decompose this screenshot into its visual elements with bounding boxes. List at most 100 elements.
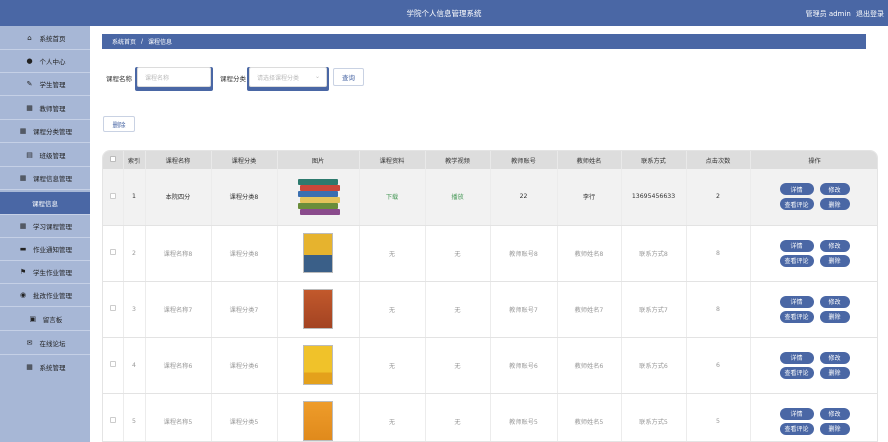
cell-teacher-name: 李行 [557, 169, 622, 226]
sidebar-divider [0, 306, 90, 307]
course-name-input[interactable]: 课程名称 [137, 67, 211, 87]
breadcrumb-current: 课程信息 [148, 39, 173, 46]
sidebar-item-8[interactable]: ▦ 学习课程管理 [0, 215, 90, 237]
sidebar-item-5[interactable]: ▤ 班级管理 [0, 144, 90, 166]
sidebar-item-6[interactable]: ▦ 课程信息管理 [0, 167, 90, 189]
detail-button[interactable]: 详情 [779, 407, 814, 420]
table-row[interactable]: 2 课程名称8 课程分类8 无无教师账号8 教师姓名8 联系方式8 8 详情 修改 查看评论 删除 [103, 225, 877, 282]
sidebar-item-14[interactable]: ▦ 系统管理 [0, 356, 90, 378]
course-image [303, 233, 333, 273]
sidebar-item-7[interactable]: 课程信息 [0, 192, 90, 214]
row-checkbox[interactable] [109, 305, 116, 311]
logout-link[interactable]: 退出登录 [856, 10, 884, 18]
table-row[interactable]: 5 课程名称5 课程分类5 无无教师账号5 教师姓名5 联系方式5 5 详情 修改 查看评论 删除 [103, 393, 877, 441]
view-comments-button[interactable]: 查看评论 [779, 422, 814, 435]
sidebar-item-label: 课程分类管理 [33, 128, 72, 136]
sidebar-item-10[interactable]: ⚑ 学生作业管理 [0, 261, 90, 283]
row-delete-button[interactable]: 删除 [819, 254, 850, 267]
table-row[interactable]: 3 课程名称7 课程分类7 无无教师账号7 教师姓名7 联系方式7 8 详情 修改 查看评论 删除 [103, 281, 877, 338]
cell-teacher-name: 教师姓名7 [557, 281, 622, 338]
course-category-select[interactable]: 请选择课程分类 ⌄ [249, 67, 327, 87]
sidebar-item-label: 班级管理 [39, 152, 66, 160]
cell-teacher-account: 22 [490, 169, 558, 226]
cell-material: 无 [359, 337, 426, 394]
detail-button[interactable]: 详情 [779, 183, 814, 196]
cell-teacher-account: 教师账号7 [490, 281, 558, 338]
row-delete-button[interactable]: 删除 [819, 198, 850, 211]
edit-button[interactable]: 修改 [819, 239, 850, 252]
view-comments-button[interactable]: 查看评论 [779, 366, 814, 379]
image-cell [277, 337, 360, 394]
course-table: 索引 课程名称 课程分类 图片 课程资料 教学视频 教师账号 教师姓名 联系方式 点击次数 操作 1… [102, 150, 878, 442]
cell-material[interactable]: 下载 [359, 169, 426, 226]
sidebar-item-3[interactable]: ▦ 教师管理 [0, 97, 90, 119]
palette-icon: ◉ [19, 291, 27, 299]
detail-button[interactable]: 详情 [779, 295, 814, 308]
edit-button[interactable]: 修改 [819, 407, 850, 420]
ops-cell: 详情 修改 查看评论 删除 [750, 393, 877, 441]
row-checkbox[interactable] [109, 192, 116, 199]
sidebar-item-label: 在线论坛 [39, 340, 66, 348]
select-all-checkbox-cell [103, 151, 124, 169]
row-delete-button[interactable]: 删除 [819, 310, 850, 323]
sidebar-divider [0, 354, 90, 355]
row-delete-button[interactable]: 删除 [819, 366, 850, 379]
view-comments-button[interactable]: 查看评论 [779, 310, 814, 323]
image-cell [277, 393, 360, 441]
cell-index: 1 [123, 169, 146, 226]
view-comments-button[interactable]: 查看评论 [779, 198, 814, 211]
sidebar-item-13[interactable]: ✉ 在线论坛 [0, 332, 90, 354]
cell-material: 无 [359, 281, 426, 338]
sidebar-item-1[interactable]: ● 个人中心 [0, 50, 90, 72]
app-title: 学院个人信息管理系统 [406, 9, 482, 18]
row-checkbox[interactable] [109, 361, 116, 367]
table-row[interactable]: 1 本院四分 课程分类8 下载 播放 22 李行 13695456633 2 详情 修改 查看评论 删除 [103, 169, 877, 226]
cell-video[interactable]: 播放 [425, 169, 491, 226]
cell-index: 4 [123, 337, 146, 394]
sidebar-item-label: 教师管理 [39, 105, 66, 113]
view-comments-button[interactable]: 查看评论 [779, 254, 814, 267]
detail-button[interactable]: 详情 [779, 239, 814, 252]
pin-icon: ✎ [26, 80, 33, 88]
grid-icon: ▦ [19, 174, 27, 182]
home-icon: ⌂ [27, 34, 32, 42]
grid-icon: ▦ [19, 127, 27, 135]
sidebar-item-9[interactable]: ▬ 作业通知管理 [0, 238, 90, 260]
sidebar-item-11[interactable]: ◉ 批改作业管理 [0, 284, 90, 306]
cell-category: 课程分类5 [211, 393, 278, 441]
detail-button[interactable]: 详情 [779, 351, 814, 364]
column-header: 课程资料 [359, 151, 426, 169]
table-row[interactable]: 4 课程名称6 课程分类6 无无教师账号6 教师姓名6 联系方式6 6 详情 修改 查看评论 删除 [103, 337, 877, 394]
row-delete-button[interactable]: 删除 [819, 422, 850, 435]
edit-button[interactable]: 修改 [819, 351, 850, 364]
cell-material: 无 [359, 393, 426, 441]
delete-button[interactable]: 删除 [103, 116, 135, 132]
sidebar-item-label: 学生管理 [39, 81, 66, 89]
edit-button[interactable]: 修改 [819, 183, 850, 196]
sidebar-divider [0, 189, 90, 190]
sidebar-item-12[interactable]: ▣ 留言板 [0, 308, 90, 330]
row-checkbox[interactable] [109, 417, 116, 423]
sidebar-item-label: 个人中心 [39, 58, 66, 66]
cell-teacher-account: 教师账号8 [490, 225, 558, 282]
row-checkbox-cell [103, 169, 124, 226]
column-header: 课程分类 [211, 151, 278, 169]
chevron-down-icon: ⌄ [314, 73, 320, 80]
sidebar-item-0[interactable]: ⌂ 系统首页 [0, 27, 90, 49]
column-header: 操作 [750, 151, 877, 169]
row-checkbox[interactable] [109, 249, 116, 255]
image-cell [277, 169, 360, 226]
column-header: 教师账号 [490, 151, 558, 169]
cell-contact: 联系方式8 [621, 225, 687, 282]
query-button[interactable]: 查询 [333, 68, 364, 86]
sidebar-divider [0, 330, 90, 331]
column-header: 索引 [123, 151, 146, 169]
cell-index: 2 [123, 225, 146, 282]
edit-button[interactable]: 修改 [819, 295, 850, 308]
sidebar-item-4[interactable]: ▦ 课程分类管理 [0, 120, 90, 142]
sidebar-item-2[interactable]: ✎ 学生管理 [0, 73, 90, 95]
cell-name: 课程名称8 [145, 225, 212, 282]
board-icon: ▣ [29, 315, 37, 323]
breadcrumb-home[interactable]: 系统首页 [112, 37, 136, 46]
select-all-checkbox[interactable] [109, 156, 116, 162]
